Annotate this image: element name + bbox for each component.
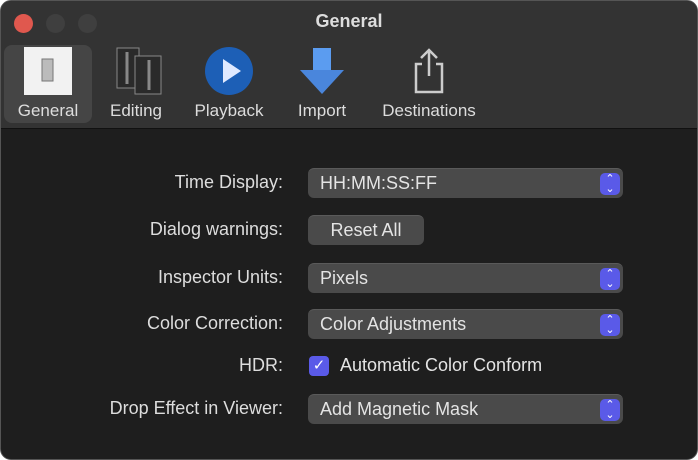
popup-value: Pixels — [320, 268, 369, 288]
down-arrow-icon — [298, 45, 346, 97]
popup-value: Add Magnetic Mask — [320, 399, 479, 419]
time-display-row: Time Display: HH:MM:SS:FF ⌃ ⌄ — [1, 168, 697, 198]
chevron-updown-icon: ⌃ ⌄ — [600, 314, 620, 336]
tab-editing[interactable]: Editing — [101, 45, 171, 123]
drop-effect-popup[interactable]: Add Magnetic Mask ⌃ ⌄ — [308, 394, 623, 424]
time-display-label: Time Display: — [174, 172, 283, 192]
tab-label: Editing — [110, 101, 162, 120]
inspector-units-row: Inspector Units: Pixels ⌃ ⌄ — [1, 263, 697, 293]
tab-general[interactable]: General — [4, 45, 92, 123]
color-correction-popup[interactable]: Color Adjustments ⌃ ⌄ — [308, 309, 623, 339]
chevron-updown-icon: ⌃ ⌄ — [600, 173, 620, 195]
checkbox-label[interactable]: Automatic Color Conform — [340, 355, 542, 376]
color-correction-row: Color Correction: Color Adjustments ⌃ ⌄ — [1, 309, 697, 339]
tab-label: General — [17, 101, 79, 120]
tab-import[interactable]: Import — [289, 45, 355, 123]
tab-label: Import — [297, 101, 347, 120]
hdr-row: HDR: ✓ Automatic Color Conform — [1, 351, 697, 381]
popup-value: Color Adjustments — [320, 314, 467, 334]
share-icon — [409, 45, 449, 97]
color-correction-label: Color Correction: — [146, 313, 283, 333]
drop-effect-label: Drop Effect in Viewer: — [109, 398, 283, 418]
tab-playback[interactable]: Playback — [187, 45, 271, 123]
tab-destinations[interactable]: Destinations — [373, 45, 485, 123]
film-strip-icon — [109, 45, 163, 97]
tab-label: Destinations — [382, 101, 476, 120]
chevron-updown-icon: ⌃ ⌄ — [600, 268, 620, 290]
hdr-label: HDR: — [239, 355, 283, 375]
inspector-units-label: Inspector Units: — [157, 267, 283, 287]
window-title: General — [315, 11, 383, 31]
dialog-warnings-label: Dialog warnings: — [149, 219, 283, 239]
tab-label: Playback — [194, 101, 264, 120]
toolbar: General General Editing Playback Import … — [1, 1, 697, 129]
switch-icon — [23, 45, 73, 97]
preferences-window: General General Editing Playback Import … — [0, 0, 698, 460]
inspector-units-popup[interactable]: Pixels ⌃ ⌄ — [308, 263, 623, 293]
dialog-warnings-row: Dialog warnings: Reset All — [1, 215, 697, 245]
popup-value: HH:MM:SS:FF — [320, 173, 437, 193]
drop-effect-row: Drop Effect in Viewer: Add Magnetic Mask… — [1, 394, 697, 424]
reset-all-button[interactable]: Reset All — [308, 215, 424, 245]
time-display-popup[interactable]: HH:MM:SS:FF ⌃ ⌄ — [308, 168, 623, 198]
play-icon — [204, 45, 254, 97]
automatic-color-conform-checkbox[interactable]: ✓ — [309, 356, 329, 376]
chevron-updown-icon: ⌃ ⌄ — [600, 399, 620, 421]
